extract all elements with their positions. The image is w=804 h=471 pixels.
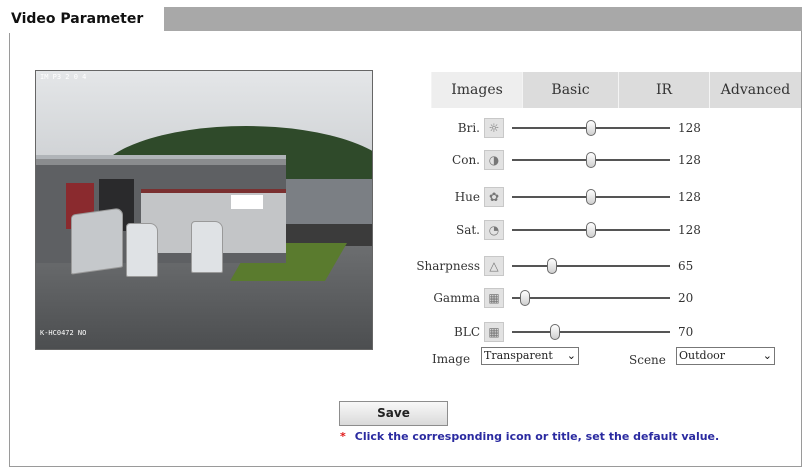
- param-value: 128: [678, 121, 701, 135]
- param-label[interactable]: Hue: [455, 185, 480, 209]
- param-label[interactable]: Sat.: [456, 218, 480, 242]
- slider-track[interactable]: [512, 152, 670, 168]
- slider-thumb[interactable]: [549, 324, 560, 340]
- param-row-blc: BLC ▦ 70: [400, 320, 720, 344]
- slider-thumb[interactable]: [546, 258, 557, 274]
- tab-advanced[interactable]: Advanced: [709, 72, 801, 108]
- preview-sign: [231, 195, 263, 209]
- tab-ir[interactable]: IR: [618, 72, 709, 108]
- param-row-contrast: Con. ◑ 128: [400, 148, 720, 172]
- slider-thumb[interactable]: [519, 290, 530, 306]
- tab-bar: Images Basic IR Advanced: [431, 72, 801, 108]
- tab-images[interactable]: Images: [431, 72, 522, 108]
- slider-thumb[interactable]: [586, 222, 596, 238]
- scene-select[interactable]: Outdoor ⌄: [676, 347, 775, 365]
- image-select[interactable]: Transparent ⌄: [481, 347, 579, 365]
- tab-basic[interactable]: Basic: [522, 72, 618, 108]
- param-label[interactable]: Bri.: [458, 116, 480, 140]
- slider-track[interactable]: [512, 189, 670, 205]
- blc-icon[interactable]: ▦: [484, 322, 504, 342]
- contrast-icon[interactable]: ◑: [484, 150, 504, 170]
- image-select-label: Image: [432, 352, 471, 366]
- param-row-saturation: Sat. ◔ 128: [400, 218, 720, 242]
- preview-van: [126, 223, 158, 277]
- param-value: 128: [678, 190, 701, 204]
- image-select-value: Transparent: [484, 349, 553, 362]
- param-value: 70: [678, 325, 694, 339]
- param-value: 128: [678, 223, 701, 237]
- param-row-hue: Hue ✿ 128: [400, 185, 720, 209]
- param-label[interactable]: Gamma: [433, 286, 480, 310]
- sharpness-icon[interactable]: △: [484, 256, 504, 276]
- hue-icon[interactable]: ✿: [484, 187, 504, 207]
- hint-text: Click the corresponding icon or title, s…: [354, 430, 720, 443]
- save-button[interactable]: Save: [339, 401, 448, 426]
- param-row-gamma: Gamma ▦ 20: [400, 286, 720, 310]
- slider-track[interactable]: [512, 120, 670, 136]
- slider-track[interactable]: [512, 222, 670, 238]
- slider-thumb[interactable]: [586, 120, 596, 136]
- param-value: 65: [678, 259, 694, 273]
- param-row-brightness: Bri. ☼ 128: [400, 116, 720, 140]
- param-label[interactable]: Sharpness: [416, 254, 480, 278]
- scene-select-value: Outdoor: [679, 349, 726, 362]
- slider-track[interactable]: [512, 258, 670, 274]
- slider-thumb[interactable]: [586, 189, 596, 205]
- preview-van: [71, 207, 123, 275]
- slider-track[interactable]: [512, 324, 670, 340]
- param-label[interactable]: Con.: [452, 148, 480, 172]
- slider-thumb[interactable]: [586, 152, 596, 168]
- hint-note: * Click the corresponding icon or title, …: [340, 430, 719, 443]
- saturation-icon[interactable]: ◔: [484, 220, 504, 240]
- chevron-down-icon: ⌄: [566, 349, 576, 362]
- osd-timestamp: IM P3 2 0 4: [40, 73, 87, 81]
- osd-caption: K-HC0472 NO: [40, 329, 87, 337]
- preview-van: [191, 221, 223, 273]
- required-marker: *: [340, 430, 346, 443]
- param-label[interactable]: BLC: [454, 320, 480, 344]
- scene-select-label: Scene: [629, 353, 666, 367]
- preview-building: [286, 179, 372, 224]
- chevron-down-icon: ⌄: [762, 349, 772, 362]
- param-row-sharpness: Sharpness △ 65: [400, 254, 720, 278]
- param-value: 128: [678, 153, 701, 167]
- brightness-icon[interactable]: ☼: [484, 118, 504, 138]
- slider-track[interactable]: [512, 290, 670, 306]
- gamma-icon[interactable]: ▦: [484, 288, 504, 308]
- param-value: 20: [678, 291, 694, 305]
- panel-title: Video Parameter: [9, 7, 164, 33]
- video-preview: IM P3 2 0 4 K-HC0472 NO: [35, 70, 373, 350]
